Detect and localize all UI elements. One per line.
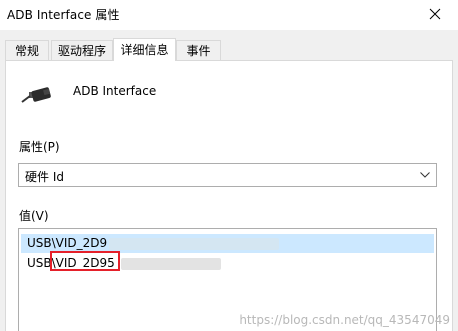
tab-events-label: 事件 <box>186 44 211 58</box>
tab-general-label: 常规 <box>14 44 39 58</box>
tab-events[interactable]: 事件 <box>176 40 221 60</box>
highlight-box <box>50 251 120 271</box>
property-dropdown[interactable]: 硬件 Id <box>18 163 437 187</box>
tab-general[interactable]: 常规 <box>5 40 49 60</box>
usb-plug-icon <box>21 87 51 103</box>
tab-details[interactable]: 详细信息 <box>113 38 176 61</box>
tab-driver-label: 驱动程序 <box>57 44 106 58</box>
property-dropdown-value: 硬件 Id <box>25 170 64 184</box>
redacted-text <box>109 238 279 250</box>
title-bar: ADB Interface 属性 <box>0 0 458 30</box>
device-name: ADB Interface <box>73 84 157 98</box>
tab-driver[interactable]: 驱动程序 <box>51 40 113 60</box>
tab-details-label: 详细信息 <box>120 43 169 57</box>
redacted-text <box>121 258 221 270</box>
close-icon <box>429 8 441 20</box>
chevron-down-icon <box>420 172 430 178</box>
value-label: 值(V) <box>19 209 49 223</box>
watermark: https://blog.csdn.net/qq_43547049 <box>239 313 450 327</box>
close-button[interactable] <box>413 0 458 30</box>
property-label: 属性(P) <box>19 140 60 154</box>
window-title: ADB Interface 属性 <box>7 8 120 22</box>
